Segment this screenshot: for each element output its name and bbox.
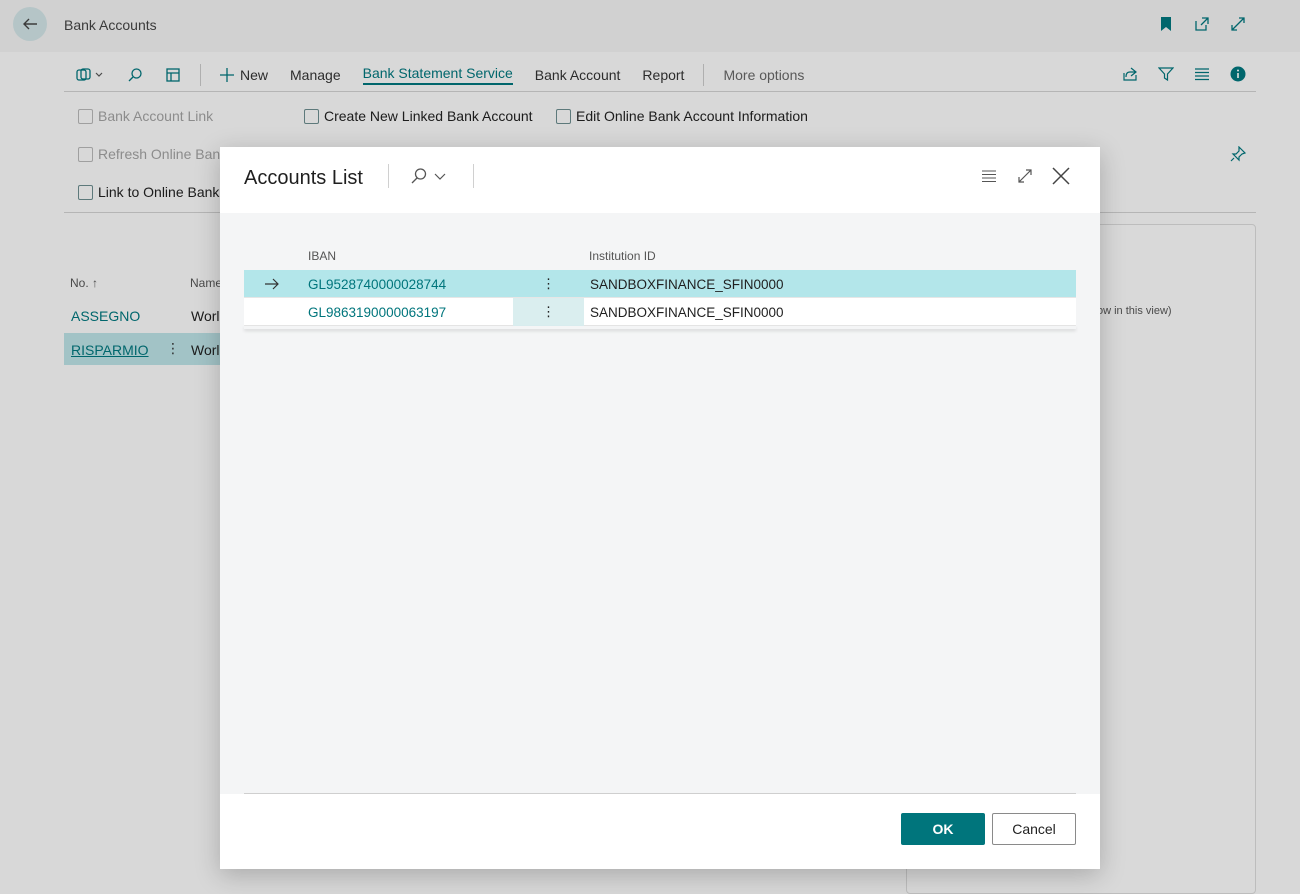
iban-cell[interactable]: GL9528740000028744 — [308, 277, 446, 292]
dialog-search-button[interactable] — [410, 167, 446, 185]
close-icon[interactable] — [1052, 167, 1070, 185]
institution-id-cell: SANDBOXFINANCE_SFIN0000 — [590, 277, 784, 292]
grid-header: IBAN Institution ID — [244, 242, 1076, 270]
table-row[interactable]: GL9863190000063197 ⋮ SANDBOXFINANCE_SFIN… — [244, 298, 1076, 326]
separator — [388, 164, 389, 188]
cancel-button[interactable]: Cancel — [992, 813, 1076, 845]
arrow-right-icon — [265, 278, 279, 290]
iban-cell[interactable]: GL9863190000063197 — [308, 305, 446, 320]
row-actions-icon[interactable]: ⋮ — [513, 270, 584, 298]
grid-shadow — [244, 326, 1076, 329]
col-header-institution-id[interactable]: Institution ID — [589, 249, 656, 263]
col-header-iban[interactable]: IBAN — [308, 249, 336, 263]
chevron-down-icon — [434, 173, 446, 180]
separator — [473, 164, 474, 188]
expand-icon[interactable] — [1016, 167, 1034, 185]
institution-id-cell: SANDBOXFINANCE_SFIN0000 — [590, 305, 784, 320]
row-actions-icon[interactable]: ⋮ — [513, 298, 584, 326]
accounts-list-dialog: Accounts List IBAN Institution ID GL9528… — [220, 147, 1100, 869]
dialog-header: Accounts List — [220, 147, 1100, 213]
ok-button[interactable]: OK — [901, 813, 985, 845]
search-icon — [411, 168, 427, 184]
accounts-grid: IBAN Institution ID GL9528740000028744 ⋮… — [244, 242, 1076, 326]
list-view-icon[interactable] — [980, 167, 998, 185]
dialog-title: Accounts List — [244, 167, 363, 189]
table-row[interactable]: GL9528740000028744 ⋮ SANDBOXFINANCE_SFIN… — [244, 270, 1076, 298]
dialog-footer: OK Cancel — [220, 794, 1100, 869]
